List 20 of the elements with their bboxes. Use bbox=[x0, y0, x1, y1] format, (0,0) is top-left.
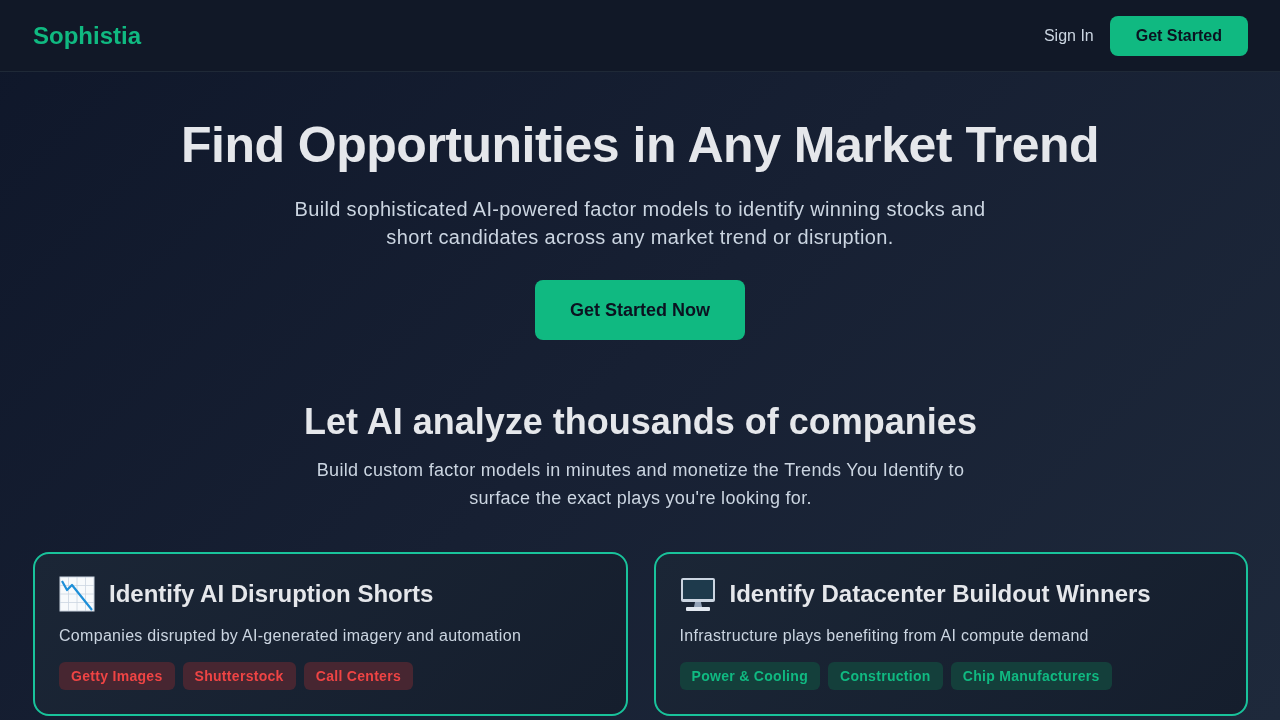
chart-decreasing-icon bbox=[59, 576, 95, 612]
section-title: Let AI analyze thousands of companies bbox=[304, 400, 977, 444]
card-description: Companies disrupted by AI-generated imagery and automation bbox=[59, 626, 523, 646]
tag: Call Centers bbox=[303, 662, 413, 690]
hero-title: Find Opportunities in Any Market Trend bbox=[180, 116, 1100, 175]
tag: Power & Cooling bbox=[679, 662, 820, 690]
tag: Chip Manufacturers bbox=[950, 662, 1112, 690]
section-subtitle: Build custom factor models in minutes and monetize the Trends You Identify to surface the exact plays you're looking for. bbox=[315, 459, 966, 510]
tag: Construction bbox=[828, 662, 943, 690]
desktop-computer-icon bbox=[679, 576, 716, 612]
sign-in-link[interactable]: Sign In bbox=[1043, 26, 1094, 45]
card-description: Infrastructure plays benefiting from AI compute demand bbox=[679, 626, 1090, 646]
card-title: Identify AI Disruption Shorts bbox=[109, 579, 434, 609]
get-started-now-button[interactable]: Get Started Now bbox=[535, 280, 745, 340]
get-started-button[interactable]: Get Started bbox=[1109, 15, 1248, 56]
tag: Shutterstock bbox=[182, 662, 296, 690]
tag: Getty Images bbox=[59, 662, 175, 690]
logo[interactable]: Sophistia bbox=[33, 21, 141, 50]
hero-subtitle: Build sophisticated AI-powered factor models to identify winning stocks and short candidates across any market trend or disruption. bbox=[293, 197, 987, 250]
card-title: Identify Datacenter Buildout Winners bbox=[729, 579, 1151, 609]
